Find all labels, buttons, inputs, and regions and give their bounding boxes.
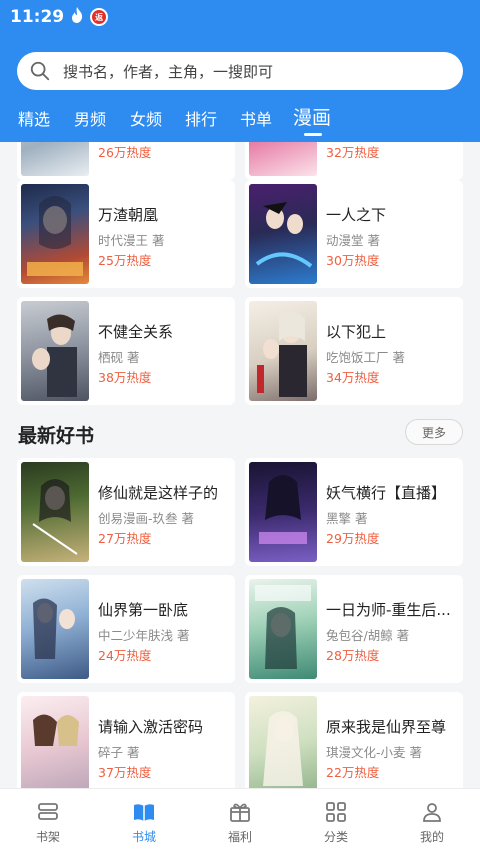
book-author: 中二少年肤浅 著 xyxy=(98,628,190,643)
nav-welfare[interactable]: 福利 xyxy=(192,789,288,853)
tab-nanpin[interactable]: 男频 xyxy=(74,106,106,130)
book-author: 兔包谷/胡鲸 著 xyxy=(326,628,410,643)
nav-label: 分类 xyxy=(323,830,348,844)
book-heat: 34万热度 xyxy=(326,370,380,385)
book-title: 不健全关系 xyxy=(98,323,174,341)
book-author: 琪漫文化-小麦 著 xyxy=(326,745,422,760)
book-heat: 25万热度 xyxy=(98,253,152,268)
book-card[interactable]: 一人之下 动漫堂 著 30万热度 xyxy=(245,180,463,288)
book-heat: 30万热度 xyxy=(326,253,380,268)
book-title: 一人之下 xyxy=(326,206,387,224)
bottom-navigation: 书架 书城 福利 分类 我的 xyxy=(0,788,480,853)
book-heat: 26万热度 xyxy=(98,145,152,160)
nav-label: 书架 xyxy=(35,830,60,844)
nav-label: 福利 xyxy=(227,830,252,844)
book-card[interactable]: 原来我是仙界至尊 琪漫文化-小麦 著 22万热度 xyxy=(245,692,463,788)
book-title: 请输入激活密码 xyxy=(98,718,204,736)
search-bar[interactable]: 搜书名，作者，主角，一搜即可 xyxy=(17,52,463,90)
book-title: 万渣朝凰 xyxy=(98,206,159,224)
search-placeholder: 搜书名，作者，主角，一搜即可 xyxy=(63,62,274,81)
user-icon xyxy=(423,803,441,822)
app-header: 11:29 返 搜书名，作者，主角，一搜即可 精选 男频 女频 排行 书单 漫画 xyxy=(0,0,480,142)
book-card[interactable]: 请输入激活密码 碎子 著 37万热度 xyxy=(17,692,235,788)
category-tabs: 精选 男频 女频 排行 书单 漫画 xyxy=(0,100,480,142)
book-cover xyxy=(21,184,89,284)
book-list-content[interactable]: 26万热度 32万热度 万渣朝凰 时代漫王 著 25万热度 一人之下 动漫堂 著… xyxy=(0,142,480,788)
book-cover xyxy=(21,579,89,679)
book-author: 时代漫王 著 xyxy=(98,233,165,248)
more-button[interactable]: 更多 xyxy=(405,419,463,445)
nav-mine[interactable]: 我的 xyxy=(384,789,480,853)
book-author: 吃饱饭工厂 著 xyxy=(326,350,405,365)
book-heat: 22万热度 xyxy=(326,765,380,780)
book-heat: 24万热度 xyxy=(98,648,152,663)
nav-book-city[interactable]: 书城 xyxy=(96,789,192,853)
fire-icon xyxy=(70,6,84,28)
book-card[interactable]: 32万热度 xyxy=(245,142,463,180)
status-bar: 11:29 返 xyxy=(0,0,480,34)
book-card[interactable]: 万渣朝凰 时代漫王 著 25万热度 xyxy=(17,180,235,288)
tab-jingxuan[interactable]: 精选 xyxy=(18,106,50,130)
book-cover xyxy=(249,184,317,284)
book-city-icon xyxy=(134,804,154,821)
book-cover xyxy=(21,301,89,401)
book-title: 妖气横行【直播】 xyxy=(326,484,447,502)
book-heat: 32万热度 xyxy=(326,145,380,160)
book-card[interactable]: 以下犯上 吃饱饭工厂 著 34万热度 xyxy=(245,297,463,405)
book-heat: 37万热度 xyxy=(98,765,152,780)
nav-bookshelf[interactable]: 书架 xyxy=(0,789,96,853)
book-heat: 27万热度 xyxy=(98,531,152,546)
book-author: 黑擎 著 xyxy=(326,511,368,526)
notification-badge: 返 xyxy=(90,8,109,26)
gift-icon xyxy=(230,803,250,822)
book-title: 一日为师-重生后... xyxy=(326,601,451,619)
category-grid-icon xyxy=(326,802,346,822)
book-author: 动漫堂 著 xyxy=(326,233,380,248)
book-title: 以下犯上 xyxy=(326,323,387,341)
tab-shudan[interactable]: 书单 xyxy=(240,106,272,130)
book-cover xyxy=(21,696,89,788)
book-heat: 38万热度 xyxy=(98,370,152,385)
status-time: 11:29 xyxy=(10,7,65,27)
book-cover xyxy=(21,462,89,562)
book-cover xyxy=(249,301,317,401)
book-title: 仙界第一卧底 xyxy=(98,601,189,619)
bookshelf-icon xyxy=(38,803,58,820)
book-card[interactable]: 仙界第一卧底 中二少年肤浅 著 24万热度 xyxy=(17,575,235,683)
book-card[interactable]: 一日为师-重生后... 兔包谷/胡鲸 著 28万热度 xyxy=(245,575,463,683)
nav-label: 书城 xyxy=(131,830,156,844)
book-cover xyxy=(249,142,317,176)
tab-nvpin[interactable]: 女频 xyxy=(130,106,162,130)
book-heat: 28万热度 xyxy=(326,648,380,663)
section-title-latest: 最新好书 xyxy=(18,425,95,447)
book-card[interactable]: 妖气横行【直播】 黑擎 著 29万热度 xyxy=(245,458,463,566)
book-card[interactable]: 修仙就是这样子的 创易漫画-玖叁 著 27万热度 xyxy=(17,458,235,566)
search-icon xyxy=(30,61,50,81)
book-cover xyxy=(21,142,89,176)
book-cover xyxy=(249,579,317,679)
book-author: 栖砚 著 xyxy=(98,350,140,365)
tab-paihang[interactable]: 排行 xyxy=(185,106,217,130)
nav-category[interactable]: 分类 xyxy=(288,789,384,853)
book-author: 创易漫画-玖叁 著 xyxy=(98,511,194,526)
book-title: 修仙就是这样子的 xyxy=(98,484,219,502)
book-card[interactable]: 不健全关系 栖砚 著 38万热度 xyxy=(17,297,235,405)
book-cover xyxy=(249,696,317,788)
active-tab-indicator xyxy=(304,133,322,136)
tab-manhua[interactable]: 漫画 xyxy=(293,103,331,130)
book-title: 原来我是仙界至尊 xyxy=(326,718,447,736)
book-card[interactable]: 26万热度 xyxy=(17,142,235,180)
book-author: 碎子 著 xyxy=(98,745,140,760)
nav-label: 我的 xyxy=(419,830,444,844)
book-heat: 29万热度 xyxy=(326,531,380,546)
book-cover xyxy=(249,462,317,562)
